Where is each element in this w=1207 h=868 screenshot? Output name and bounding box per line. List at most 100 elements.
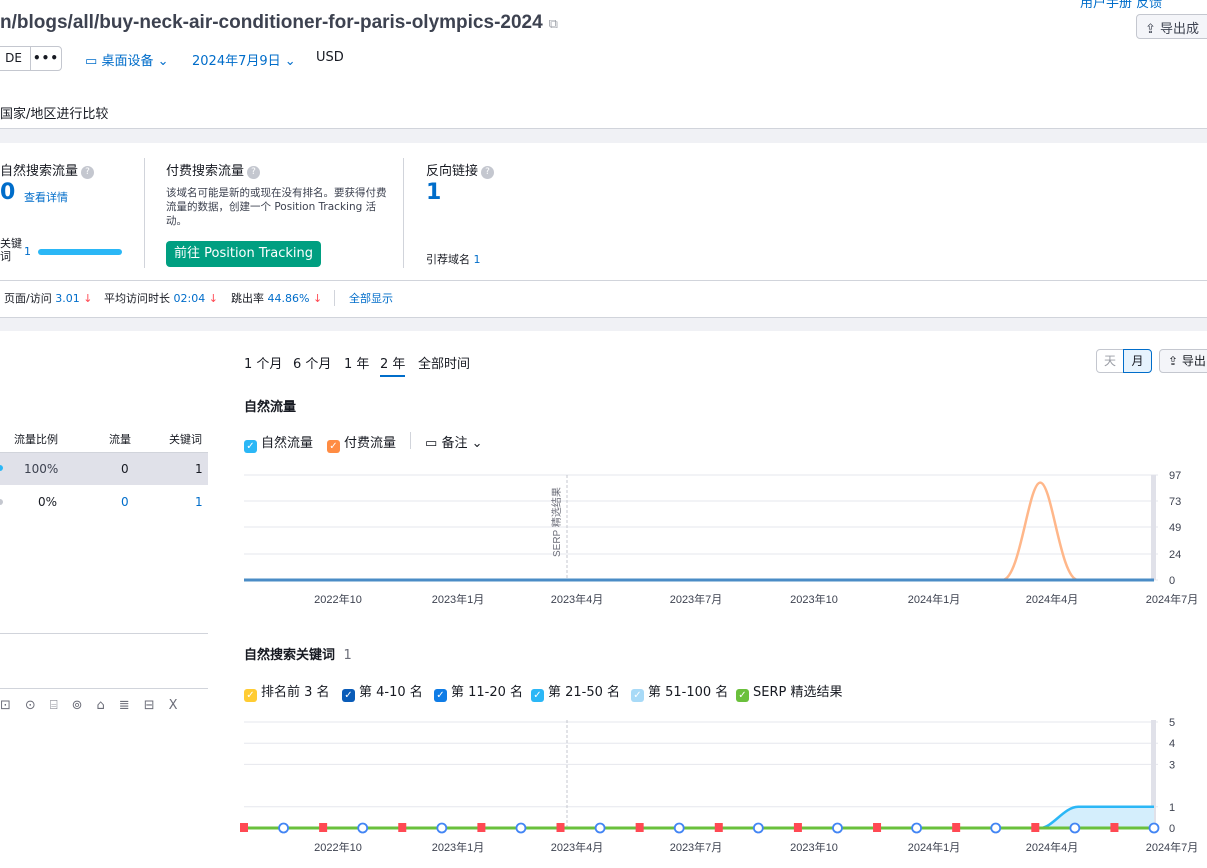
image-icon[interactable]: ⊡ (0, 698, 25, 713)
info-icon[interactable]: ? (481, 166, 495, 179)
tab-1-year[interactable]: 1 年 (344, 353, 369, 372)
keywords-chart[interactable]: 0 1 3 4 5 2022年10 2023年1月 2023年4月 2023年7月 2023年10… (230, 708, 1207, 868)
legend-item[interactable]: ✓ 第 51-100 名 (631, 681, 728, 702)
x-tick-label: 2024年1月 (908, 592, 961, 606)
tab-6-months[interactable]: 6 个月 (293, 353, 331, 372)
comment-icon[interactable]: ⌸ (50, 698, 72, 713)
row-keywords[interactable]: 1 (195, 495, 203, 509)
checkbox-icon[interactable]: ✓ (327, 440, 340, 453)
legend-item[interactable]: ✓ 第 21-50 名 (531, 681, 620, 702)
show-all-link[interactable]: 全部显示 (349, 290, 393, 306)
tab-1-month[interactable]: 1 个月 (244, 353, 282, 372)
notes-label: 备注 (441, 436, 468, 451)
legend-item[interactable]: ✓ 排名前 3 名 (244, 681, 330, 702)
keywords-label: 关键 词 (0, 237, 22, 263)
tab-all-time[interactable]: 全部时间 (418, 353, 470, 372)
export-button[interactable]: ⇪ 导出成 (1136, 14, 1207, 39)
checkbox-icon[interactable]: ✓ (531, 689, 544, 702)
google-icon (594, 822, 606, 834)
legend-paid-label: 付费流量 (344, 436, 397, 451)
divider (0, 633, 208, 634)
y-tick-label: 0 (1169, 823, 1175, 835)
legend-paid[interactable]: ✓ 付费流量 (327, 432, 396, 453)
legend-label: 第 21-50 名 (548, 685, 621, 700)
checkbox-icon[interactable]: ✓ (631, 689, 644, 702)
referring-domains-value[interactable]: 1 (474, 253, 481, 266)
device-dropdown[interactable]: ▭ 桌面设备 ⌄ (85, 50, 169, 69)
location-icon[interactable]: ⊚ (72, 698, 97, 713)
currency-label[interactable]: USD (316, 50, 344, 65)
divider (410, 432, 411, 449)
legend-item[interactable]: ✓ SERP 精选结果 (736, 681, 842, 702)
keywords-section-title: 自然搜索关键词 1 (244, 644, 352, 663)
legend-organic[interactable]: ✓ 自然流量 (244, 432, 313, 453)
view-details-link[interactable]: 查看详情 (24, 189, 68, 205)
x-tick-label: 2023年4月 (551, 840, 604, 854)
database-label[interactable]: DE (0, 47, 31, 70)
divider-band (0, 128, 1207, 143)
col-header-keywords[interactable]: 关键词 (169, 431, 202, 447)
google-icon (990, 822, 1002, 834)
keywords-value[interactable]: 1 (24, 245, 31, 258)
legend-label: SERP 精选结果 (753, 685, 843, 700)
paid-traffic-line (1001, 481, 1079, 582)
x-tick-label: 2024年7月 (1146, 592, 1199, 606)
briefcase-icon[interactable]: ⊟ (144, 698, 169, 713)
x-icon[interactable]: X (169, 698, 192, 713)
checkbox-icon[interactable]: ✓ (434, 689, 447, 702)
tab-2-years[interactable]: 2 年 (380, 353, 406, 377)
x-tick-label: 2024年4月 (1026, 840, 1079, 854)
flag-icon (1031, 823, 1040, 832)
divider (334, 290, 335, 306)
month-toggle[interactable]: 月 (1123, 349, 1152, 373)
organic-traffic-chart[interactable]: SERP 精选结果 0 24 49 73 97 2022年10 2023年1月 2023年4月… (230, 460, 1207, 620)
flag-icon (398, 823, 407, 832)
chevron-down-icon: ⌄ (284, 54, 296, 69)
top-links[interactable]: 用户手册 反馈 (1080, 0, 1162, 11)
notes-dropdown[interactable]: ▭ 备注 ⌄ (425, 432, 483, 451)
database-selector[interactable]: DE ••• (0, 46, 62, 71)
external-link-icon[interactable]: ⧉ (549, 16, 558, 32)
arrow-down-icon: ↓ (208, 292, 218, 305)
info-icon[interactable]: ? (247, 166, 261, 179)
legend-item[interactable]: ✓ 第 11-20 名 (434, 681, 523, 702)
date-dropdown[interactable]: 2024年7月9日 ⌄ (192, 50, 296, 69)
flag-icon (635, 823, 644, 832)
checkbox-icon[interactable]: ✓ (244, 440, 257, 453)
row-traffic: 0 (121, 462, 129, 476)
referring-domains-label: 引荐域名 (426, 253, 470, 266)
date-label: 2024年7月9日 (192, 54, 281, 69)
position-tracking-button[interactable]: 前往 Position Tracking (166, 241, 322, 267)
legend-organic-label: 自然流量 (261, 436, 314, 451)
education-icon[interactable]: ⌂ (97, 698, 119, 713)
checkbox-icon[interactable]: ✓ (342, 689, 355, 702)
x-tick-label: 2022年10 (314, 840, 362, 854)
country-compare-link[interactable]: 国家/地区进行比较 (0, 103, 108, 122)
backlinks-value[interactable]: 1 (426, 180, 441, 205)
row-traffic[interactable]: 0 (121, 495, 129, 509)
legend-item[interactable]: ✓ 第 4-10 名 (342, 681, 423, 702)
organic-value[interactable]: 0 (0, 180, 15, 205)
col-header-share[interactable]: 流量比例 (14, 431, 58, 447)
chart-export-button[interactable]: ⇪ 导出 (1159, 349, 1207, 373)
news-icon[interactable]: ≣ (119, 698, 144, 713)
video-icon[interactable]: ⊙ (25, 698, 50, 713)
checkbox-icon[interactable]: ✓ (736, 689, 749, 702)
x-tick-label: 2022年10 (314, 592, 362, 606)
device-label: 桌面设备 (101, 54, 154, 69)
y-tick-label: 24 (1169, 549, 1181, 561)
flag-icon (240, 823, 248, 832)
google-icon (1148, 822, 1160, 834)
col-header-traffic[interactable]: 流量 (109, 431, 131, 447)
row-keywords[interactable]: 1 (195, 462, 203, 476)
card-divider (403, 158, 404, 268)
export-label: 导出成 (1160, 22, 1200, 37)
organic-title-text: 自然搜索流量 (0, 164, 79, 179)
info-icon[interactable]: ? (81, 166, 95, 179)
checkbox-icon[interactable]: ✓ (244, 689, 257, 702)
x-tick-label: 2023年10 (790, 592, 838, 606)
day-toggle[interactable]: 天 (1096, 349, 1124, 373)
arrow-down-icon: ↓ (312, 292, 323, 305)
more-button[interactable]: ••• (31, 47, 61, 70)
backlinks-card-title: 反向链接? (426, 160, 495, 179)
